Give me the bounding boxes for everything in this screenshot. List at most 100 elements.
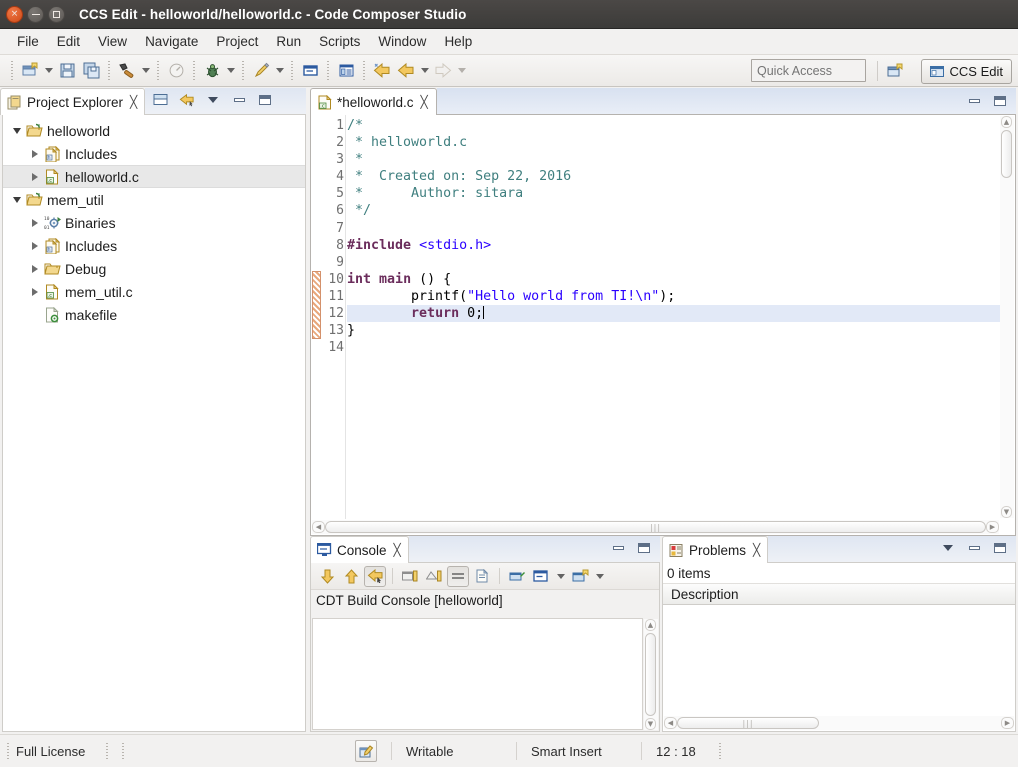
- toolbar-grip-8[interactable]: [362, 61, 366, 81]
- console-scroll-up-arrow[interactable]: ▲: [645, 619, 656, 631]
- problems-hscroll-right-arrow[interactable]: ▶: [1001, 717, 1014, 729]
- scroll-down-icon[interactable]: [316, 566, 338, 587]
- build-dropdown[interactable]: [139, 59, 152, 83]
- toolbar-grip-5[interactable]: [241, 61, 245, 81]
- code-text-area[interactable]: 1234567891011121314 /* * helloworld.c * …: [311, 115, 1000, 519]
- back-arrow-icon[interactable]: [394, 59, 418, 83]
- problems-horizontal-scrollbar[interactable]: ◀ ||| ▶: [664, 716, 1014, 730]
- menu-navigate[interactable]: Navigate: [136, 32, 207, 51]
- minimize-window-button[interactable]: [27, 6, 44, 23]
- close-icon[interactable]: ╳: [753, 543, 760, 557]
- menu-help[interactable]: Help: [435, 32, 481, 51]
- toolbar-grip-7[interactable]: [326, 61, 330, 81]
- collapse-arrow-icon[interactable]: [27, 242, 43, 250]
- scroll-down-arrow[interactable]: ▼: [1001, 506, 1012, 518]
- maximize-icon[interactable]: [636, 540, 652, 556]
- remove-console-icon[interactable]: [423, 566, 445, 587]
- pin-console-icon[interactable]: [506, 566, 528, 587]
- bug-icon[interactable]: [200, 59, 224, 83]
- menu-scripts[interactable]: Scripts: [310, 32, 369, 51]
- menu-window[interactable]: Window: [369, 32, 435, 51]
- tree-item-helloworld-c[interactable]: .chelloworld.c: [3, 165, 305, 188]
- tree-item-debug[interactable]: Debug: [3, 257, 305, 280]
- previous-console-icon[interactable]: [364, 566, 386, 587]
- toolbar-grip-6[interactable]: [290, 61, 294, 81]
- minimize-icon[interactable]: [231, 92, 247, 108]
- clear-console-icon[interactable]: [471, 566, 493, 587]
- collapse-arrow-icon[interactable]: [27, 265, 43, 273]
- menu-run[interactable]: Run: [267, 32, 310, 51]
- debug-dropdown[interactable]: [224, 59, 237, 83]
- minimize-icon[interactable]: [966, 540, 982, 556]
- tree-item-helloworld[interactable]: helloworld: [3, 119, 305, 142]
- minimize-icon[interactable]: [610, 540, 626, 556]
- terminate-icon[interactable]: [399, 566, 421, 587]
- tab-helloworld-c[interactable]: .c *helloworld.c ╳: [310, 88, 437, 115]
- console-scroll-down-arrow[interactable]: ▼: [645, 718, 656, 730]
- tree-item-includes[interactable]: hIncludes: [3, 142, 305, 165]
- maximize-icon[interactable]: [992, 540, 1008, 556]
- toolbar-grip-4[interactable]: [192, 61, 196, 81]
- tree-item-mem-util-c[interactable]: .cmem_util.c: [3, 280, 305, 303]
- console-vertical-scrollbar[interactable]: ▲ ▼: [644, 619, 658, 730]
- new-file-dropdown[interactable]: [42, 59, 55, 83]
- hscroll-right-arrow[interactable]: ▶: [986, 521, 999, 533]
- close-icon[interactable]: ╳: [394, 543, 401, 557]
- view-menu-icon[interactable]: [940, 540, 956, 556]
- outline-view-icon[interactable]: [334, 59, 358, 83]
- display-console-dropdown[interactable]: [554, 564, 567, 588]
- new-file-icon[interactable]: [18, 59, 42, 83]
- scroll-up-arrow[interactable]: ▲: [1001, 116, 1012, 128]
- back-dropdown[interactable]: [418, 59, 431, 83]
- forward-arrow-icon[interactable]: [431, 59, 455, 83]
- display-console-icon[interactable]: [530, 566, 552, 587]
- menu-view[interactable]: View: [89, 32, 136, 51]
- build-hammer-icon[interactable]: [115, 59, 139, 83]
- debug-gauge-icon[interactable]: [164, 59, 188, 83]
- toolbar-grip-3[interactable]: [156, 61, 160, 81]
- tree-item-binaries[interactable]: 1001Binaries: [3, 211, 305, 234]
- expand-arrow-icon[interactable]: [9, 128, 25, 134]
- scroll-up-icon[interactable]: [340, 566, 362, 587]
- minimize-icon[interactable]: [966, 93, 982, 109]
- toolbar-grip-2[interactable]: [107, 61, 111, 81]
- console-scroll-thumb[interactable]: [645, 633, 656, 716]
- collapse-arrow-icon[interactable]: [27, 288, 43, 296]
- tree-item-makefile[interactable]: makefile: [3, 303, 305, 326]
- hscroll-left-arrow[interactable]: ◀: [312, 521, 325, 533]
- editor-vertical-scrollbar[interactable]: ▲ ▼: [1000, 116, 1014, 518]
- expand-arrow-icon[interactable]: [9, 197, 25, 203]
- quick-access-input[interactable]: [751, 59, 866, 82]
- problems-hscroll-thumb[interactable]: |||: [677, 717, 819, 729]
- console-view-icon[interactable]: [298, 59, 322, 83]
- writable-icon[interactable]: [355, 740, 377, 762]
- maximize-icon[interactable]: [992, 93, 1008, 109]
- forward-dropdown[interactable]: [455, 59, 468, 83]
- back-to-icon[interactable]: [370, 59, 394, 83]
- console-output[interactable]: [312, 618, 643, 730]
- view-menu-icon[interactable]: [205, 92, 221, 108]
- open-perspective-icon[interactable]: [884, 60, 906, 82]
- marker-pen-icon[interactable]: [249, 59, 273, 83]
- toolbar-grip[interactable]: [10, 61, 14, 81]
- tree-item-includes[interactable]: hIncludes: [3, 234, 305, 257]
- save-icon[interactable]: [55, 59, 79, 83]
- editor-scroll-thumb[interactable]: [1001, 130, 1012, 178]
- editor-hscroll-thumb[interactable]: |||: [325, 521, 986, 533]
- editor-marker-bar[interactable]: [311, 115, 321, 519]
- maximize-icon[interactable]: [257, 92, 273, 108]
- close-icon[interactable]: ╳: [421, 95, 428, 109]
- menu-edit[interactable]: Edit: [48, 32, 89, 51]
- close-window-button[interactable]: ×: [6, 6, 23, 23]
- menu-project[interactable]: Project: [207, 32, 267, 51]
- tab-problems[interactable]: Problems ╳: [662, 536, 768, 563]
- tree-item-mem-util[interactable]: mem_util: [3, 188, 305, 211]
- menu-file[interactable]: File: [8, 32, 48, 51]
- tab-project-explorer[interactable]: Project Explorer ╳: [0, 88, 145, 115]
- problems-hscroll-left-arrow[interactable]: ◀: [664, 717, 677, 729]
- save-all-icon[interactable]: [79, 59, 103, 83]
- open-console-dropdown[interactable]: [593, 564, 606, 588]
- tab-console[interactable]: Console ╳: [310, 536, 409, 563]
- perspective-ccs-edit-button[interactable]: CCS Edit: [921, 59, 1012, 84]
- collapse-arrow-icon[interactable]: [27, 173, 43, 181]
